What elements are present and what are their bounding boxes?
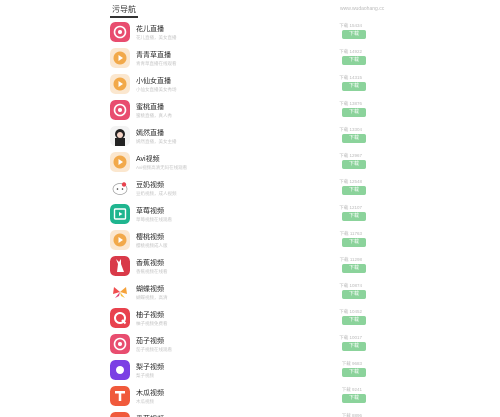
download-count: 下载 10017 <box>339 335 362 340</box>
download-count: 下载 12107 <box>339 205 362 210</box>
play-icon[interactable] <box>110 152 130 172</box>
app-name[interactable]: 草莓视频 <box>136 206 164 216</box>
app-list-item[interactable]: 花儿直播 花儿直播，美女直播 下载 15434 下载 <box>108 20 392 46</box>
app-description: 柚子视频免费看 <box>136 321 168 326</box>
app-list-item[interactable]: 茄子视频 茄子视频在线观看 下载 10017 下载 <box>108 332 392 358</box>
t-icon[interactable] <box>110 386 130 406</box>
download-button[interactable]: 下载 <box>342 160 366 169</box>
app-list-item[interactable]: 豆奶视频 豆奶视频，成人视频 下载 12548 下载 <box>108 176 392 202</box>
play-icon[interactable] <box>110 230 130 250</box>
download-button[interactable]: 下载 <box>342 134 366 143</box>
download-count: 下载 12548 <box>339 179 362 184</box>
circle-icon[interactable] <box>110 360 130 380</box>
app-list-item[interactable]: 草莓视频 草莓视频在线观看 下载 12107 下载 <box>108 202 392 228</box>
camera-icon[interactable] <box>110 22 130 42</box>
app-name[interactable]: 梨子视频 <box>136 362 164 372</box>
app-name[interactable]: 嫣然直播 <box>136 128 164 138</box>
play-icon[interactable] <box>110 48 130 68</box>
app-list: 花儿直播 花儿直播，美女直播 下载 15434 下载 青青草直播 青青草直播在线观看 下载 … <box>108 20 392 417</box>
download-button[interactable]: 下载 <box>342 108 366 117</box>
app-list-item[interactable]: 蝴蝶视频 蝴蝶视频，高清 下载 10874 下载 <box>108 280 392 306</box>
app-description: 茄子视频在线观看 <box>136 347 172 352</box>
app-name[interactable]: Avi视频 <box>136 154 160 164</box>
app-description: 蝴蝶视频，高清 <box>136 295 168 300</box>
app-name[interactable]: 蝴蝶视频 <box>136 284 164 294</box>
app-list-item[interactable]: 香蕉视频 香蕉视频在线看 下载 11298 下载 <box>108 254 392 280</box>
app-list-item[interactable]: 青青草直播 青青草直播在线观看 下载 14922 下载 <box>108 46 392 72</box>
download-count: 下载 9241 <box>341 387 362 392</box>
app-list-item[interactable]: Avi视频 Avi视频高清无码在线观看 下载 12967 下载 <box>108 150 392 176</box>
header: 污导航 www.wudaohang.cc <box>0 0 500 22</box>
app-name[interactable]: 小仙女直播 <box>136 76 171 86</box>
site-domain: www.wudaohang.cc <box>340 6 385 12</box>
download-button[interactable]: 下载 <box>342 30 366 39</box>
q-icon[interactable] <box>110 308 130 328</box>
app-list-item[interactable]: 柚子视频 柚子视频免费看 下载 10452 下载 <box>108 306 392 332</box>
app-description: 香蕉视频在线看 <box>136 269 168 274</box>
app-description: Avi视频高清无码在线观看 <box>136 165 188 170</box>
download-count: 下载 14922 <box>339 49 362 54</box>
camera-icon[interactable] <box>110 334 130 354</box>
app-name[interactable]: 花儿直播 <box>136 24 164 34</box>
download-count: 下载 10874 <box>339 283 362 288</box>
app-list-item[interactable]: 樱桃视频 樱桃视频成人版 下载 11763 下载 <box>108 228 392 254</box>
tab-home[interactable]: 污导航 <box>112 4 136 15</box>
download-button[interactable]: 下载 <box>342 368 366 377</box>
download-button[interactable]: 下载 <box>342 342 366 351</box>
app-description: 小仙女直播美女秀场 <box>136 87 177 92</box>
app-list-item[interactable]: 蜜桃直播 蜜桃直播，真人秀 下载 13876 下载 <box>108 98 392 124</box>
app-list-item[interactable]: 小仙女直播 小仙女直播美女秀场 下载 14315 下载 <box>108 72 392 98</box>
download-button[interactable]: 下载 <box>342 264 366 273</box>
download-button[interactable]: 下载 <box>342 238 366 247</box>
app-name[interactable]: 香蕉视频 <box>136 258 164 268</box>
app-description: 嫣然直播，美女主播 <box>136 139 177 144</box>
app-description: 豆奶视频，成人视频 <box>136 191 177 196</box>
app-description: 青青草直播在线观看 <box>136 61 177 66</box>
tab-underline <box>110 16 138 18</box>
download-count: 下载 9683 <box>341 361 362 366</box>
bunny-icon[interactable] <box>110 256 130 276</box>
film-icon[interactable] <box>110 204 130 224</box>
app-description: 蜜桃直播，真人秀 <box>136 113 172 118</box>
download-count: 下载 15434 <box>339 23 362 28</box>
app-name[interactable]: 木瓜视频 <box>136 388 164 398</box>
download-count: 下载 13876 <box>339 101 362 106</box>
download-count: 下载 13304 <box>339 127 362 132</box>
download-button[interactable]: 下载 <box>342 290 366 299</box>
app-description: 樱桃视频成人版 <box>136 243 168 248</box>
download-button[interactable]: 下载 <box>342 394 366 403</box>
download-button[interactable]: 下载 <box>342 212 366 221</box>
app-list-item[interactable]: 嫣然直播 嫣然直播，美女主播 下载 13304 下载 <box>108 124 392 150</box>
download-count: 下载 11298 <box>339 257 362 262</box>
app-description: 花儿直播，美女直播 <box>136 35 177 40</box>
app-name[interactable]: 青青草直播 <box>136 50 171 60</box>
app-description: 草莓视频在线观看 <box>136 217 172 222</box>
download-button[interactable]: 下载 <box>342 316 366 325</box>
play-icon[interactable] <box>110 74 130 94</box>
download-count: 下载 14315 <box>339 75 362 80</box>
download-count: 下载 8896 <box>341 413 362 417</box>
download-button[interactable]: 下载 <box>342 82 366 91</box>
t-icon[interactable] <box>110 412 130 417</box>
download-button[interactable]: 下载 <box>342 56 366 65</box>
camera-icon[interactable] <box>110 100 130 120</box>
download-count: 下载 10452 <box>339 309 362 314</box>
app-name[interactable]: 茄子视频 <box>136 336 164 346</box>
kitty-icon[interactable] <box>110 178 130 198</box>
page: 污导航 www.wudaohang.cc 花儿直播 花儿直播，美女直播 下载 154… <box>0 0 500 417</box>
download-count: 下载 11763 <box>339 231 362 236</box>
butterfly-icon[interactable] <box>110 282 130 302</box>
app-list-item[interactable]: 木瓜视频 木瓜视频 下载 9241 下载 <box>108 384 392 410</box>
download-button[interactable]: 下载 <box>342 186 366 195</box>
app-list-item[interactable]: 番茄视频下载 8896下载 <box>108 410 392 417</box>
avatar-icon[interactable] <box>110 126 130 146</box>
app-name[interactable]: 樱桃视频 <box>136 232 164 242</box>
app-description: 木瓜视频 <box>136 399 154 404</box>
app-description: 梨子视频 <box>136 373 154 378</box>
app-list-item[interactable]: 梨子视频 梨子视频 下载 9683 下载 <box>108 358 392 384</box>
app-name[interactable]: 柚子视频 <box>136 310 164 320</box>
app-name[interactable]: 豆奶视频 <box>136 180 164 190</box>
download-count: 下载 12967 <box>339 153 362 158</box>
app-name[interactable]: 蜜桃直播 <box>136 102 164 112</box>
